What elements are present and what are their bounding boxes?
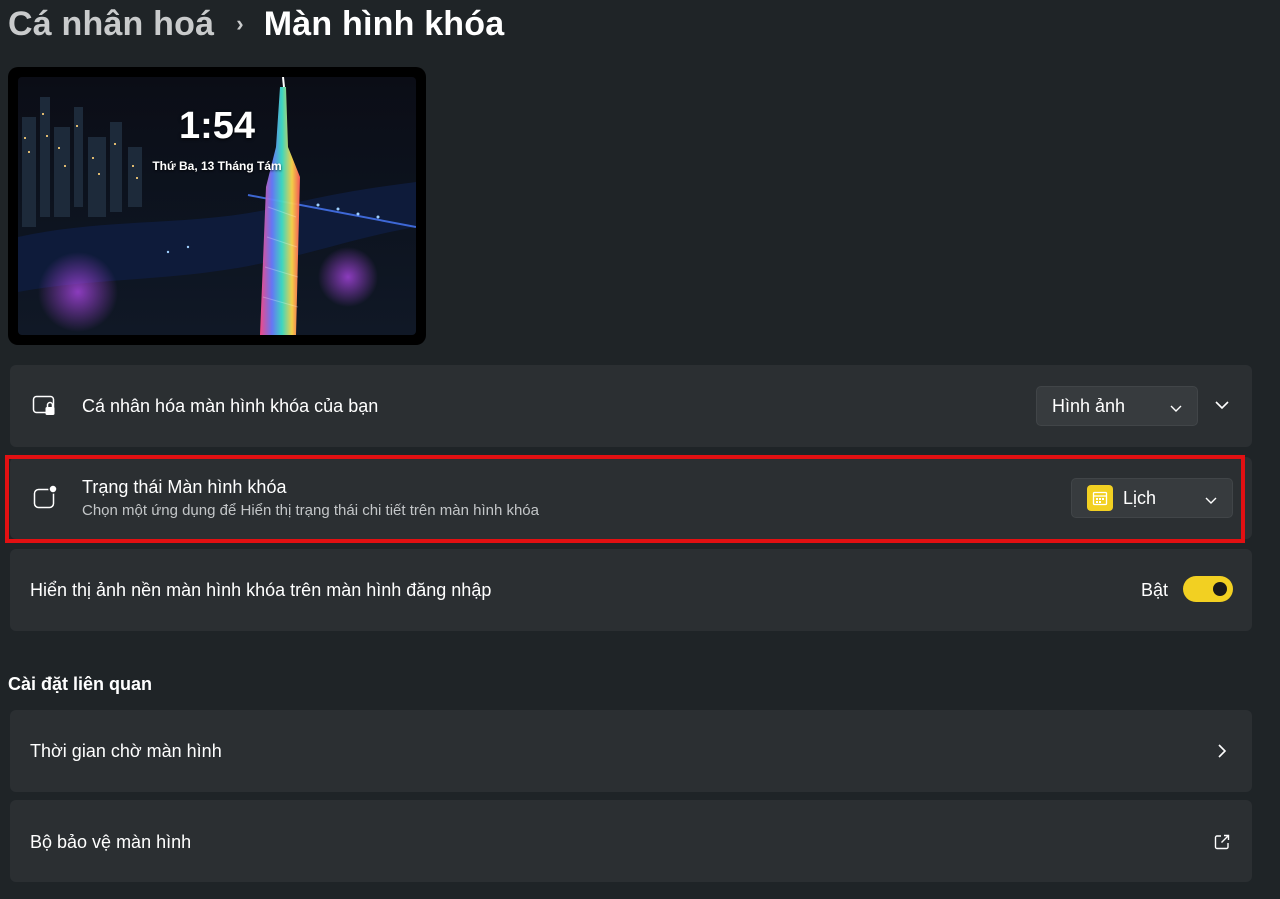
- signin-background-toggle[interactable]: [1183, 576, 1233, 602]
- personalize-lock-screen-card[interactable]: Cá nhân hóa màn hình khóa của bạn Hình ả…: [10, 365, 1252, 447]
- status-badge-icon: [30, 482, 60, 512]
- lock-screen-icon: [30, 391, 60, 421]
- toggle-knob: [1213, 582, 1227, 596]
- lock-screen-status-description: Chọn một ứng dụng để Hiển thị trạng thái…: [82, 502, 539, 519]
- breadcrumb: Cá nhân hoá › Màn hình khóa: [8, 2, 504, 46]
- related-settings-heading: Cài đặt liên quan: [8, 674, 153, 694]
- lock-screen-status-dropdown[interactable]: Lịch: [1071, 478, 1233, 518]
- open-external-icon: [1213, 833, 1231, 856]
- dropdown-value: Hình ảnh: [1052, 395, 1126, 416]
- related-item-screen-saver[interactable]: Bộ bảo vệ màn hình: [10, 800, 1252, 882]
- lock-screen-status-label: Trạng thái Màn hình khóa: [82, 477, 287, 497]
- personalize-lock-screen-label: Cá nhân hóa màn hình khóa của bạn: [82, 396, 379, 416]
- lock-screen-background-dropdown[interactable]: Hình ảnh: [1036, 386, 1198, 426]
- related-item-label: Thời gian chờ màn hình: [30, 741, 222, 761]
- toggle-state-label: Bật: [1141, 580, 1169, 600]
- page-title: Màn hình khóa: [263, 4, 505, 43]
- lock-screen-status-card[interactable]: Trạng thái Màn hình khóa Chọn một ứng dụ…: [10, 457, 1252, 539]
- lock-screen-date: Thứ Ba, 13 Tháng Tám: [152, 159, 282, 173]
- chevron-down-icon: [1169, 399, 1183, 420]
- lock-screen-time: 1:54: [178, 105, 256, 147]
- lock-screen-wallpaper: 1:54 Thứ Ba, 13 Tháng Tám: [18, 77, 416, 335]
- related-item-screen-timeout[interactable]: Thời gian chờ màn hình: [10, 710, 1252, 792]
- signin-background-card: Hiển thị ảnh nền màn hình khóa trên màn …: [10, 549, 1252, 631]
- expand-chevron-icon[interactable]: [1213, 396, 1235, 418]
- chevron-down-icon: [1204, 491, 1218, 512]
- related-item-label: Bộ bảo vệ màn hình: [30, 832, 192, 852]
- breadcrumb-parent[interactable]: Cá nhân hoá: [8, 5, 214, 44]
- signin-background-label: Hiển thị ảnh nền màn hình khóa trên màn …: [30, 580, 492, 600]
- breadcrumb-separator: ›: [236, 11, 244, 36]
- chevron-right-icon: [1213, 742, 1231, 765]
- dropdown-value: Lịch: [1123, 487, 1157, 508]
- lock-screen-preview: 1:54 Thứ Ba, 13 Tháng Tám: [8, 67, 426, 345]
- calendar-app-icon: [1087, 485, 1113, 511]
